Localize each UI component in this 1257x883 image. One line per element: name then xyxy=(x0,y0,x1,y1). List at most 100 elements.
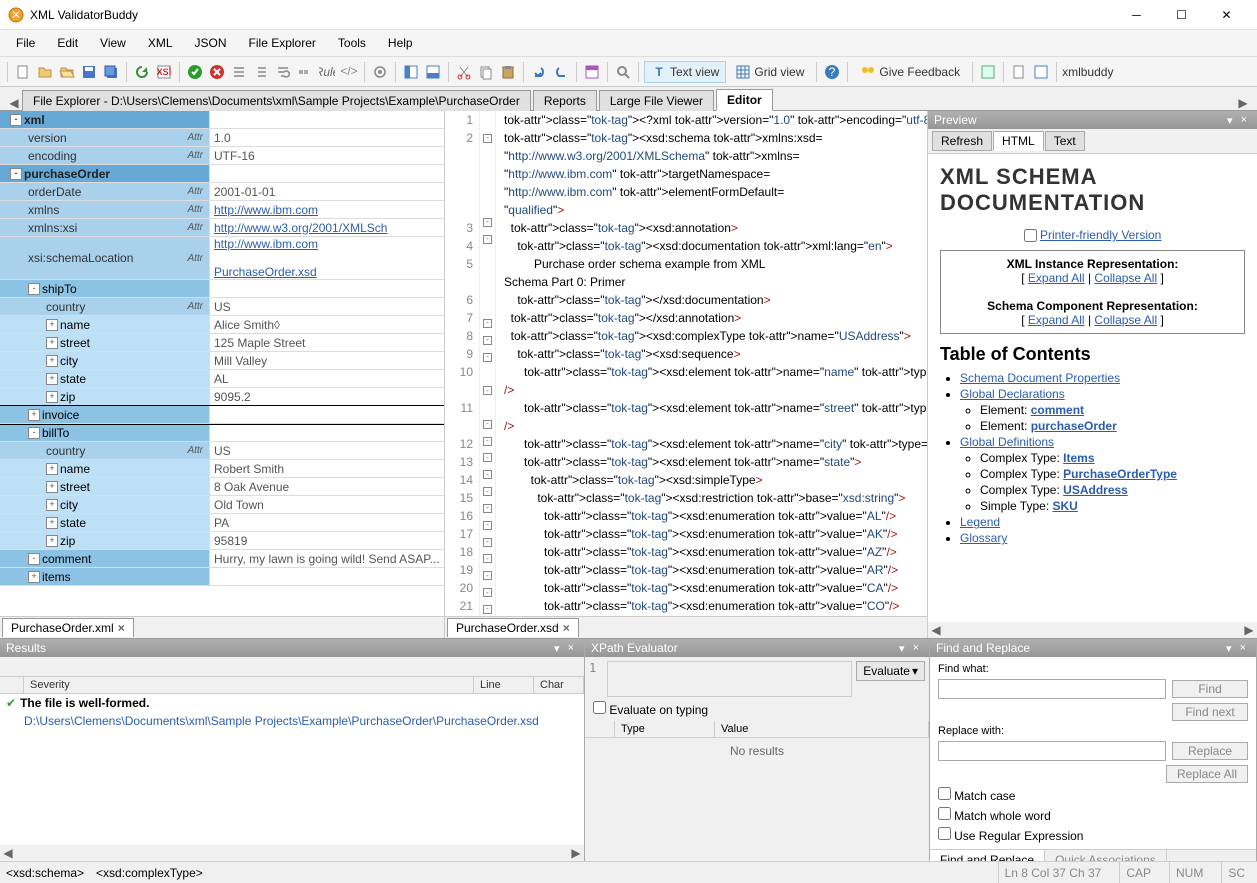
text-view-button[interactable]: TText view xyxy=(644,61,726,83)
fold-toggle[interactable]: - xyxy=(483,437,492,446)
toc-link[interactable]: Global Declarations xyxy=(960,387,1065,401)
validate-ok-icon[interactable] xyxy=(185,62,205,82)
tree-toggle[interactable]: + xyxy=(46,373,58,385)
layout2-icon[interactable] xyxy=(423,62,443,82)
panel-close-icon[interactable]: × xyxy=(1237,114,1251,126)
fold-toggle[interactable]: - xyxy=(483,386,492,395)
grid-row[interactable]: orderDateAttr2001-01-01 xyxy=(0,183,444,201)
tag-close-icon[interactable]: </> xyxy=(339,62,359,82)
toc-link[interactable]: Legend xyxy=(960,515,1000,529)
grid-row[interactable]: + street8 Oak Avenue xyxy=(0,478,444,496)
fold-toggle[interactable]: - xyxy=(483,470,492,479)
preview-html[interactable]: HTML xyxy=(993,131,1044,151)
xmlbuddy-label[interactable]: xmlbuddy xyxy=(1062,65,1113,79)
pin-icon[interactable]: ▾ xyxy=(1222,642,1236,655)
grid-row[interactable]: + invoice xyxy=(0,406,444,424)
doc3-icon[interactable] xyxy=(1031,62,1051,82)
grid-row[interactable]: + street125 Maple Street xyxy=(0,334,444,352)
col-line[interactable]: Line xyxy=(474,677,534,693)
undo-icon[interactable] xyxy=(529,62,549,82)
toc-link[interactable]: Schema Document Properties xyxy=(960,371,1120,385)
tab-large-file[interactable]: Large File Viewer xyxy=(599,90,714,111)
panel-close-icon[interactable]: × xyxy=(909,642,923,654)
indent-icon[interactable] xyxy=(229,62,249,82)
tree-toggle[interactable]: - xyxy=(28,283,40,295)
preview-scrollbar[interactable]: ◀▶ xyxy=(928,622,1257,638)
grid-row[interactable]: + stateAL xyxy=(0,370,444,388)
tree-toggle[interactable]: + xyxy=(46,517,58,529)
tree-toggle[interactable]: - xyxy=(28,553,40,565)
tab-reports[interactable]: Reports xyxy=(533,90,597,111)
new-icon[interactable] xyxy=(13,62,33,82)
open-icon[interactable] xyxy=(35,62,55,82)
grid-row[interactable]: countryAttrUS xyxy=(0,298,444,316)
pin-icon[interactable]: ▾ xyxy=(1223,114,1237,127)
xpath-input[interactable] xyxy=(607,661,852,697)
tree-toggle[interactable]: + xyxy=(28,409,40,421)
menu-edit[interactable]: Edit xyxy=(47,34,88,52)
regex-checkbox[interactable] xyxy=(938,827,951,840)
grid-row[interactable]: - shipTo xyxy=(0,280,444,298)
tree-toggle[interactable]: + xyxy=(46,463,58,475)
breadcrumb-2[interactable]: <xsd:complexType> xyxy=(96,866,203,880)
grid-row[interactable]: encodingAttrUTF-16 xyxy=(0,147,444,165)
grid-row[interactable]: countryAttrUS xyxy=(0,442,444,460)
grid-row[interactable]: + zip95819 xyxy=(0,532,444,550)
tree-toggle[interactable]: + xyxy=(46,499,58,511)
refresh-icon[interactable] xyxy=(132,62,152,82)
fold-toggle[interactable]: - xyxy=(483,588,492,597)
tree-toggle[interactable]: + xyxy=(28,571,40,583)
printer-friendly-link[interactable]: Printer-friendly Version xyxy=(1040,228,1161,242)
close-icon[interactable]: × xyxy=(118,621,125,635)
fold-toggle[interactable]: - xyxy=(483,235,492,244)
fold-toggle[interactable]: - xyxy=(483,571,492,580)
grid-row[interactable]: + items xyxy=(0,568,444,586)
fold-toggle[interactable]: - xyxy=(483,538,492,547)
menu-xml[interactable]: XML xyxy=(138,34,183,52)
grid-view-button[interactable]: Grid view xyxy=(728,61,811,83)
settings-icon[interactable] xyxy=(370,62,390,82)
doc2-icon[interactable] xyxy=(1009,62,1029,82)
grid-row[interactable]: + nameAlice Smith◊ xyxy=(0,316,444,334)
fold-toggle[interactable]: - xyxy=(483,353,492,362)
grid-row[interactable]: - xml xyxy=(0,111,444,129)
col-char[interactable]: Char xyxy=(534,677,584,693)
grid-row[interactable]: xmlnsAttrhttp://www.ibm.com xyxy=(0,201,444,219)
tree-toggle[interactable]: + xyxy=(46,319,58,331)
grid-row[interactable]: + zip9095.2 xyxy=(0,388,444,406)
rule-icon[interactable]: Rule xyxy=(317,62,337,82)
find-button[interactable]: Find xyxy=(1172,680,1248,698)
tab-scroll-left[interactable]: ◀ xyxy=(6,96,22,110)
doc1-icon[interactable] xyxy=(978,62,998,82)
menu-view[interactable]: View xyxy=(90,34,136,52)
breadcrumb-1[interactable]: <xsd:schema> xyxy=(6,866,84,880)
results-scrollbar[interactable]: ◀▶ xyxy=(0,845,584,861)
menu-help[interactable]: Help xyxy=(378,34,423,52)
find-input[interactable] xyxy=(938,679,1166,699)
panel1-icon[interactable] xyxy=(582,62,602,82)
close-button[interactable]: ✕ xyxy=(1204,0,1249,30)
col-severity[interactable]: Severity xyxy=(24,677,474,693)
save-all-icon[interactable] xyxy=(101,62,121,82)
help-icon[interactable]: ? xyxy=(822,62,842,82)
grid-row[interactable]: + statePA xyxy=(0,514,444,532)
collapse-all-link[interactable]: Collapse All xyxy=(1094,271,1157,285)
toc-sublink[interactable]: SKU xyxy=(1052,499,1077,513)
panel-close-icon[interactable]: × xyxy=(1236,642,1250,654)
menu-file-explorer[interactable]: File Explorer xyxy=(239,34,326,52)
eval-typing-checkbox[interactable] xyxy=(593,701,606,714)
printer-friendly-checkbox[interactable] xyxy=(1024,229,1037,242)
grid-row[interactable]: + cityOld Town xyxy=(0,496,444,514)
fold-toggle[interactable]: - xyxy=(483,134,492,143)
tree-toggle[interactable]: - xyxy=(10,168,22,180)
match-whole-checkbox[interactable] xyxy=(938,807,951,820)
find-next-button[interactable]: Find next xyxy=(1172,703,1248,721)
fold-toggle[interactable]: - xyxy=(483,504,492,513)
paste-icon[interactable] xyxy=(498,62,518,82)
open-folder-icon[interactable] xyxy=(57,62,77,82)
save-icon[interactable] xyxy=(79,62,99,82)
col-value[interactable]: Value xyxy=(715,721,929,737)
grid-row[interactable]: + cityMill Valley xyxy=(0,352,444,370)
menu-json[interactable]: JSON xyxy=(185,34,237,52)
fold-toggle[interactable]: - xyxy=(483,218,492,227)
